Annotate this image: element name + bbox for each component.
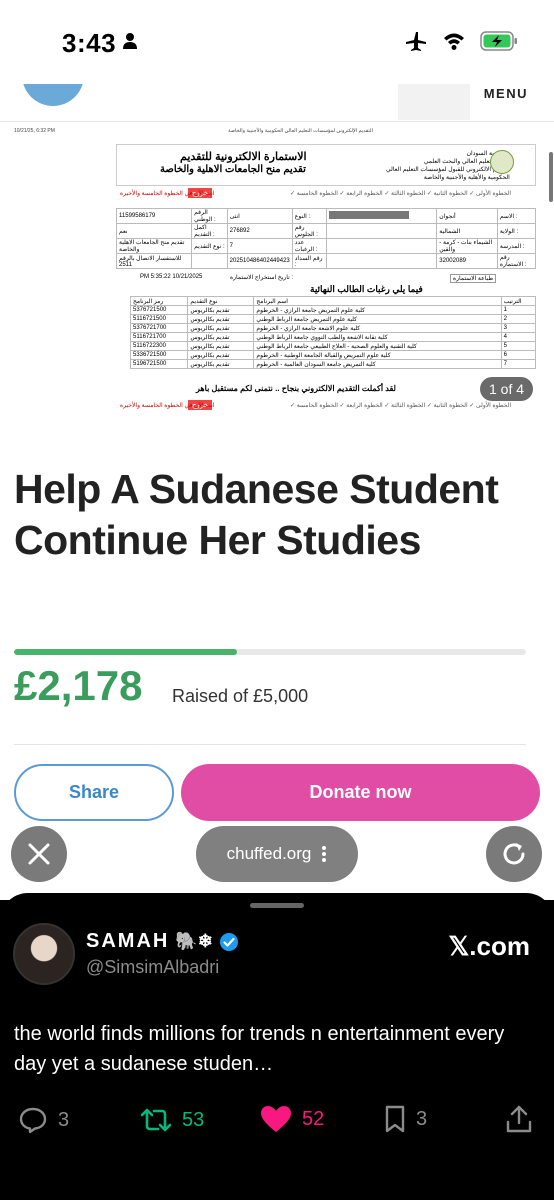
divider bbox=[14, 744, 526, 745]
x-brand-label[interactable]: 𝕏.com bbox=[448, 931, 530, 962]
table-row: 5376721500 تقديم بكالريوس كلية علوم التمري… bbox=[129, 305, 537, 315]
bookmark-action[interactable]: 3 bbox=[384, 1105, 427, 1133]
table-row: 5376721700 تقديم بكالريوس كلية علوم الاشعة… bbox=[129, 323, 537, 333]
campaign-title: Help A Sudanese Student Continue Her Stu… bbox=[14, 466, 499, 563]
reload-button[interactable] bbox=[486, 826, 542, 882]
bookmark-icon bbox=[385, 1105, 405, 1133]
document-steps: ✓ الخطوة الأولى ✓ الخطوة الثانية ✓ الخطو… bbox=[290, 191, 512, 197]
user-handle[interactable]: @SimsimAlbadri bbox=[86, 957, 219, 978]
status-time: 3:43 bbox=[62, 28, 117, 58]
tweet-actions: 3 53 52 3 bbox=[0, 1105, 554, 1145]
url-pill[interactable]: chuffed.org bbox=[196, 826, 358, 882]
person-icon bbox=[123, 33, 137, 49]
raised-goal: Raised of £5,000 bbox=[172, 686, 309, 706]
status-icons bbox=[404, 30, 518, 52]
document-print-header: 10/21/25, 6:32 PM التقديم الإلكتروني لمؤ… bbox=[10, 128, 550, 134]
funding-progress-fill bbox=[14, 649, 238, 655]
desires-heading: فيما يلي رغبات الطالب النهائية bbox=[310, 284, 423, 294]
close-icon bbox=[28, 843, 50, 865]
desires-header-row: رمز البرنامج نوع التقديم اسم البرنامج ال… bbox=[129, 296, 537, 306]
document-subtitle: تقديم منح الجامعات الاهلية والخاصة bbox=[160, 164, 306, 175]
print-form-button: طباعة الاستمارة bbox=[450, 274, 497, 283]
heart-icon bbox=[261, 1106, 291, 1132]
site-header: MENU bbox=[0, 84, 554, 122]
reply-action[interactable]: 3 bbox=[18, 1105, 69, 1135]
reload-icon bbox=[503, 843, 525, 865]
like-action[interactable]: 52 bbox=[260, 1105, 324, 1133]
document-step-note: انت الآن في الخطوة الخامسة والأخيرة bbox=[120, 191, 215, 197]
wifi-icon bbox=[444, 33, 464, 50]
share-button[interactable]: Share bbox=[14, 764, 174, 821]
share-tweet-action[interactable] bbox=[506, 1105, 532, 1133]
sheet-grabber[interactable] bbox=[250, 903, 304, 908]
menu-button[interactable]: MENU bbox=[484, 86, 528, 101]
extract-date-label: تاريخ استخراج الاستمارة : bbox=[230, 275, 294, 281]
table-row: 5116721700 تقديم بكالريوس كلية تقانة الاشع… bbox=[129, 332, 537, 342]
applicant-info-table: 11599586179 الرقم الوطني : انثى النوع : أن… bbox=[115, 208, 537, 269]
table-row: 5116722300 تقديم بكالريوس كلية التقنية وال… bbox=[129, 341, 537, 351]
bookmark-count: 3 bbox=[416, 1107, 428, 1130]
funding-progress-bar bbox=[14, 649, 526, 655]
donate-now-button[interactable]: Donate now bbox=[181, 764, 540, 821]
image-page-counter: 1 of 4 bbox=[480, 377, 534, 401]
status-bar: 3:43 bbox=[0, 0, 554, 84]
document-scrollbar[interactable] bbox=[548, 122, 554, 434]
document-done-message: لقد أكملت التقديم الالكتروني بنجاح .. نت… bbox=[196, 384, 396, 393]
tweet-card[interactable]: SAMAH 🐘❄ @SimsimAlbadri 𝕏.com the world … bbox=[0, 893, 554, 1200]
url-text: chuffed.org bbox=[226, 844, 312, 863]
airplane-icon bbox=[406, 32, 426, 51]
campaign-image[interactable]: 10/21/25, 6:32 PM التقديم الإلكتروني لمؤ… bbox=[0, 122, 554, 434]
reply-icon bbox=[19, 1107, 47, 1134]
document-page: 10/21/25, 6:32 PM التقديم الإلكتروني لمؤ… bbox=[10, 128, 550, 428]
retweet-action[interactable]: 53 bbox=[140, 1105, 204, 1135]
site-logo[interactable] bbox=[22, 84, 84, 106]
extract-date: PM 5:35:22 10/21/2025 bbox=[140, 274, 203, 280]
ministry-logo bbox=[490, 150, 514, 174]
retweet-count: 53 bbox=[182, 1108, 205, 1131]
document-title: الاستمارة الالكترونية للتقديم bbox=[180, 151, 307, 163]
document-steps-bottom: ✓ الخطوة الأولى ✓ الخطوة الثانية ✓ الخطو… bbox=[290, 403, 512, 409]
more-vertical-icon[interactable] bbox=[321, 845, 327, 863]
table-row: 5116721500 تقديم بكالريوس كلية علوم التمري… bbox=[129, 314, 537, 324]
table-row: 5196721500 تقديم بكالريوس كلية التمريض جام… bbox=[129, 359, 537, 369]
share-icon bbox=[506, 1105, 532, 1133]
document-print-date: 10/21/25, 6:32 PM bbox=[14, 128, 55, 134]
avatar[interactable] bbox=[13, 923, 75, 985]
close-browser-button[interactable] bbox=[11, 826, 67, 882]
desires-table: رمز البرنامج نوع التقديم اسم البرنامج ال… bbox=[129, 296, 537, 369]
verified-badge-icon bbox=[219, 932, 238, 951]
battery-charging-icon bbox=[480, 31, 517, 51]
search-button[interactable] bbox=[398, 84, 470, 120]
name-emojis: 🐘❄ bbox=[175, 931, 213, 951]
document-print-title: التقديم الإلكتروني لمؤسسات التعليم العال… bbox=[228, 128, 373, 134]
raised-amount: £2,178 bbox=[14, 662, 143, 709]
tweet-text: the world finds millions for trends n en… bbox=[14, 1023, 505, 1075]
reply-count: 3 bbox=[58, 1108, 70, 1131]
like-count: 52 bbox=[302, 1107, 325, 1130]
table-row: 5336721500 تقديم بكالريوس كلية علوم التمري… bbox=[129, 350, 537, 360]
retweet-icon bbox=[140, 1108, 172, 1132]
document-step-note-bottom: انت الآن في الخطوة الخامسة والأخيرة bbox=[120, 403, 215, 409]
display-name[interactable]: SAMAH 🐘❄ bbox=[86, 930, 239, 953]
